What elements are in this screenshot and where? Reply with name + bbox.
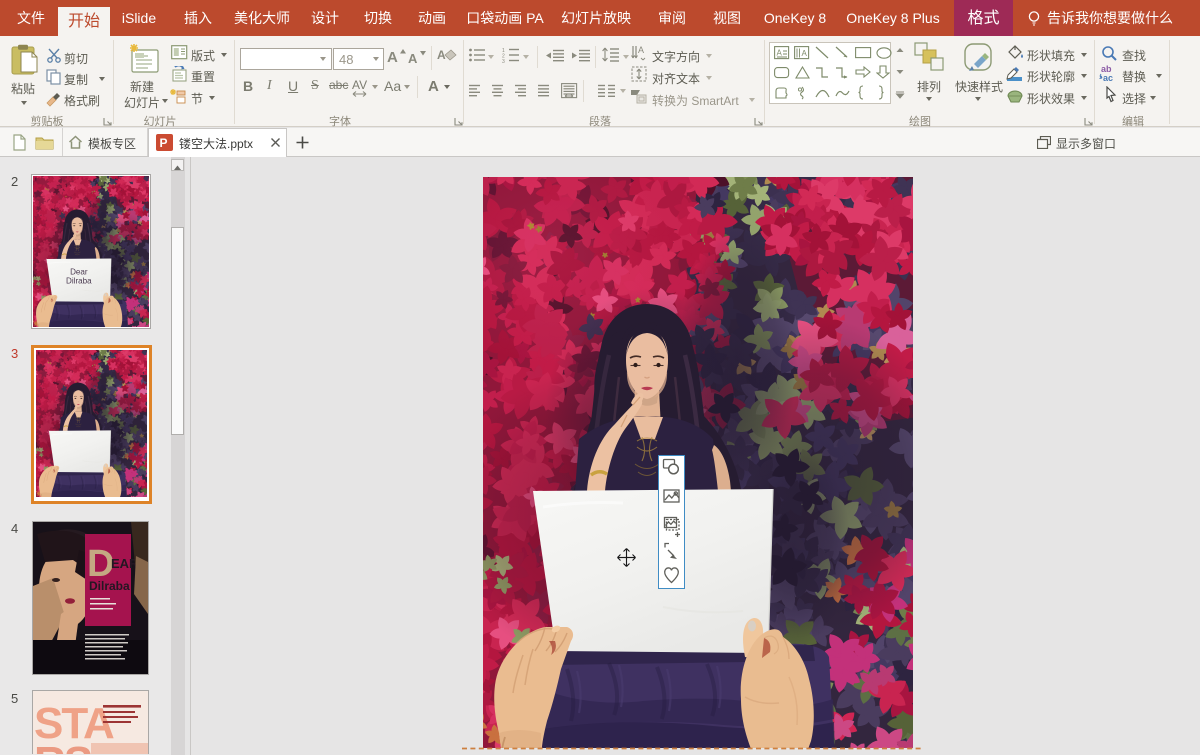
svg-text:RS: RS (34, 738, 92, 754)
svg-text:Dilraba: Dilraba (89, 579, 130, 593)
svg-text:ac: ac (1103, 73, 1113, 83)
svg-text:P: P (160, 136, 168, 150)
svg-text:A: A (638, 45, 644, 55)
svg-text:Dilraba: Dilraba (66, 276, 92, 285)
svg-text:Dear: Dear (70, 267, 88, 276)
svg-text:A: A (802, 49, 808, 58)
svg-text:3: 3 (502, 59, 505, 64)
svg-text:A: A (777, 49, 783, 58)
